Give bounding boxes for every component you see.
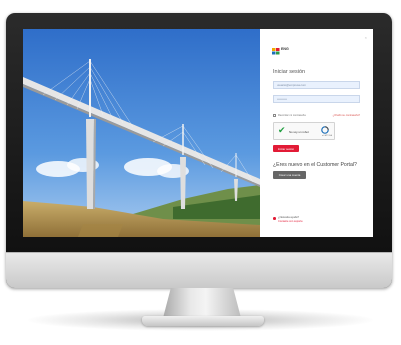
- close-icon[interactable]: ×: [365, 35, 367, 40]
- monitor-chin: [6, 252, 392, 288]
- logo-wordmark: ENG: [281, 47, 289, 51]
- remember-row: Recordar mi contraseña ¿Olvidó su contra…: [273, 113, 360, 119]
- remember-label: Recordar mi contraseña: [278, 114, 306, 117]
- monitor-stand-neck: [163, 288, 241, 318]
- create-account-button[interactable]: Crear una cuenta: [273, 171, 306, 179]
- captcha-brand: reCAPTCHA: [321, 135, 332, 137]
- email-field[interactable]: [273, 81, 360, 89]
- company-logo: ENG: [272, 47, 294, 55]
- login-button[interactable]: Iniciar sesión: [273, 145, 299, 152]
- screen: × ENG Iniciar sesión Recordar mi con: [23, 29, 373, 237]
- logo-mark-icon: [272, 48, 280, 55]
- login-title: Iniciar sesión: [273, 69, 306, 75]
- bridge-photo: [23, 29, 260, 237]
- recaptcha-icon: [321, 126, 329, 134]
- email-input[interactable]: [274, 82, 359, 88]
- password-input[interactable]: [274, 96, 359, 102]
- checkmark-icon: ✔: [278, 125, 286, 135]
- login-panel: × ENG Iniciar sesión Recordar mi con: [260, 29, 373, 237]
- help-dot-icon: [273, 217, 276, 220]
- help-contact-link[interactable]: Contacte con soporte: [278, 220, 303, 223]
- forgot-password-link[interactable]: ¿Olvidó su contraseña?: [333, 114, 360, 117]
- remember-checkbox[interactable]: [273, 114, 276, 117]
- captcha-label: No soy un robot: [289, 130, 309, 134]
- monitor-stand-base: [142, 316, 264, 326]
- monitor: × ENG Iniciar sesión Recordar mi con: [6, 13, 392, 288]
- hero-image: [23, 29, 260, 237]
- help-section: ¿Necesita ayuda? Contacte con soporte: [273, 216, 363, 226]
- password-field[interactable]: [273, 95, 360, 103]
- recaptcha-widget[interactable]: ✔ No soy un robot reCAPTCHA: [273, 122, 335, 140]
- help-title: ¿Necesita ayuda?: [278, 216, 299, 219]
- signup-title: ¿Eres nuevo en el Customer Portal?: [273, 162, 357, 168]
